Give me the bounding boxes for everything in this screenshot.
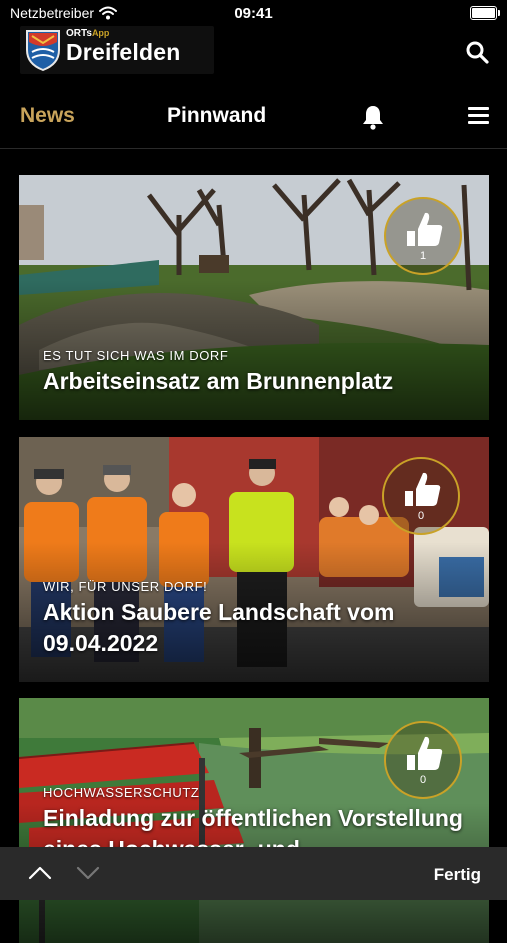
like-button[interactable]: 1 [384,197,462,275]
thumbs-up-icon [407,212,443,246]
card-category: HOCHWASSERSCHUTZ [43,785,200,800]
logo-orts: ORTs [66,28,92,39]
thumbs-up-icon [405,472,441,506]
like-count: 0 [417,510,425,522]
search-icon[interactable] [465,40,489,64]
crest-icon [26,30,60,72]
like-count: 0 [419,774,427,786]
news-card[interactable]: 0 HOCHWASSERSCHUTZ Einladung zur öffentl… [19,698,489,943]
hamburger-menu-icon[interactable] [468,106,490,126]
card-category: WIR, FÜR UNSER DORF! [43,579,208,594]
news-card[interactable]: 0 WIR, FÜR UNSER DORF! Aktion Saubere La… [19,437,489,682]
app-header: ORTsApp Dreifelden [0,26,507,76]
tab-pinnwand[interactable]: Pinnwand [167,104,266,128]
card-title: Arbeitseinsatz am Brunnenplatz [43,368,394,394]
card-title: Aktion Saubere Landschaft vom 09.04.2022 [43,599,395,656]
app-logo[interactable]: ORTsApp Dreifelden [20,26,214,74]
logo-title: Dreifelden [66,39,181,65]
like-count: 1 [419,250,427,262]
battery-icon [470,6,500,20]
bottom-toolbar: Fertig [0,847,507,900]
battery-level [472,8,495,18]
nav-bar: News Pinnwand [0,90,507,149]
tab-news[interactable]: News [20,104,75,128]
bell-icon[interactable] [361,104,385,130]
news-card[interactable]: 1 ES TUT SICH WAS IM DORF Arbeitseinsatz… [19,175,489,420]
status-time: 09:41 [234,5,273,22]
logo-small-text: ORTsApp [66,28,109,39]
logo-app-tag: App [91,28,110,38]
like-button[interactable]: 0 [382,457,460,535]
status-bar: Netzbetreiber 09:41 [0,0,507,26]
chevron-up-icon[interactable] [28,865,52,881]
chevron-down-icon[interactable] [76,865,100,881]
card-category: ES TUT SICH WAS IM DORF [43,348,229,363]
done-button[interactable]: Fertig [434,865,481,885]
like-button[interactable]: 0 [384,721,462,799]
thumbs-up-icon [407,736,443,770]
